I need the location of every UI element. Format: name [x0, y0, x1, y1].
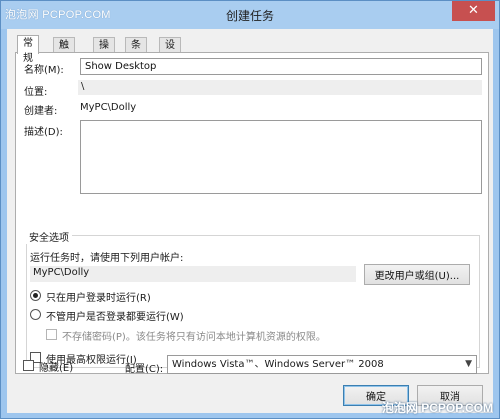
- configure-for-select[interactable]: Windows Vista™、Windows Server™ 2008 ▼: [167, 355, 477, 374]
- watermark-bottom: 泡泡网 PCPOP.COM: [381, 401, 493, 415]
- description-textarea[interactable]: [80, 120, 482, 194]
- window-title: 创建任务: [225, 9, 274, 23]
- close-icon: ✕: [468, 3, 479, 18]
- run-any-login-label[interactable]: 不管用户是否登录都要运行(W): [46, 308, 184, 323]
- tab-triggers[interactable]: 触发器: [53, 37, 75, 81]
- configure-for-value: Windows Vista™、Windows Server™ 2008: [172, 359, 384, 370]
- name-input[interactable]: [80, 58, 482, 75]
- tab-conditions[interactable]: 条件: [125, 37, 147, 66]
- author-label: 创建者:: [24, 106, 58, 117]
- hidden-checkbox[interactable]: [23, 360, 34, 371]
- close-button[interactable]: ✕: [452, 1, 495, 21]
- no-store-password-label: 不存储密码(P)。该任务将只有访问本地计算机资源的权限。: [62, 332, 326, 343]
- general-tab-panel: 名称(M): 位置: \ 创建者: MyPC\Dolly 描述(D): 安全选项…: [15, 52, 489, 374]
- configure-label: 配置(C):: [125, 364, 164, 375]
- user-account-value: MyPC\Dolly: [30, 266, 356, 282]
- title-bar[interactable]: 泡泡网 PCPOP.COM 创建任务 ✕: [1, 1, 499, 29]
- run-logged-on-label[interactable]: 只在用户登录时运行(R): [46, 289, 151, 304]
- tab-settings[interactable]: 设置: [159, 37, 181, 66]
- dialog-client-area: 常规 触发器 操作 条件 设置 名称(M): 位置: \ 创建者: MyPC\D…: [7, 29, 493, 413]
- create-task-window: 泡泡网 PCPOP.COM 创建任务 ✕ 常规 触发器 操作 条件 设置 名称(…: [0, 0, 500, 419]
- security-options-legend: 安全选项: [26, 229, 72, 244]
- change-user-button[interactable]: 更改用户或组(U)...: [364, 264, 470, 285]
- author-value: MyPC\Dolly: [80, 102, 137, 113]
- run-as-label: 运行任务时，请使用下列用户帐户:: [30, 253, 184, 264]
- run-logged-on-radio[interactable]: [30, 290, 41, 301]
- tab-general[interactable]: 常规: [17, 35, 39, 64]
- location-value: \: [78, 80, 482, 95]
- run-any-login-radio[interactable]: [30, 309, 41, 320]
- hidden-label[interactable]: 隐藏(E): [39, 359, 73, 374]
- chevron-down-icon: ▼: [465, 359, 472, 369]
- location-label: 位置:: [24, 87, 48, 98]
- no-store-password-checkbox[interactable]: [46, 329, 57, 340]
- tab-actions[interactable]: 操作: [93, 37, 115, 66]
- description-label: 描述(D):: [24, 127, 63, 138]
